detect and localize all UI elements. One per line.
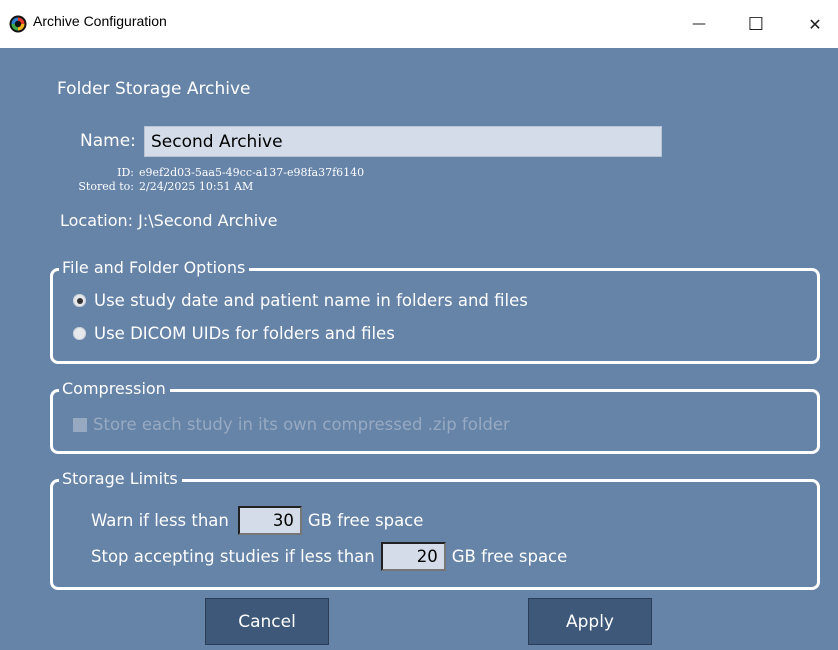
compression-group: Compression Store each study in its own …	[50, 379, 820, 454]
compression-option: Store each study in its own compressed .…	[73, 415, 510, 434]
archive-type-heading: Folder Storage Archive	[57, 79, 251, 99]
name-label: Name:	[80, 131, 136, 151]
file-folder-options-group: File and Folder Options Use study date a…	[50, 258, 820, 364]
stop-gb-input[interactable]	[380, 542, 446, 571]
id-value: e9ef2d03-5aa5-49cc-a137-e98fa37f6140	[139, 166, 365, 179]
warn-prefix-label: Warn if less than	[91, 511, 229, 530]
cancel-button[interactable]: Cancel	[205, 598, 329, 645]
location: Location: J:\Second Archive	[60, 211, 278, 230]
close-icon: ✕	[808, 14, 822, 34]
minimize-icon: —	[692, 16, 706, 32]
stop-limit-row: Stop accepting studies if less than GB f…	[91, 542, 567, 571]
archive-name-input[interactable]	[144, 126, 662, 157]
radio-button-selected[interactable]	[73, 294, 86, 307]
stop-suffix-label: GB free space	[451, 547, 568, 566]
warn-gb-input[interactable]	[237, 506, 302, 535]
compression-checkbox	[73, 417, 87, 432]
maximize-icon: ☐	[747, 13, 765, 35]
storage-limits-title: Storage Limits	[59, 469, 182, 489]
app-logo-icon	[9, 15, 27, 33]
minimize-button[interactable]: —	[676, 0, 722, 48]
apply-button[interactable]: Apply	[528, 598, 652, 645]
radio-label: Use study date and patient name in folde…	[94, 291, 528, 310]
radio-button[interactable]	[73, 327, 86, 340]
maximize-button[interactable]: ☐	[733, 0, 779, 48]
compression-label: Store each study in its own compressed .…	[93, 415, 510, 434]
storage-limits-group: Storage Limits Warn if less than GB free…	[50, 469, 820, 590]
archive-configuration-window: Archive Configuration — ☐ ✕ Folder Stora…	[0, 0, 838, 650]
warn-suffix-label: GB free space	[307, 511, 424, 530]
warn-limit-row: Warn if less than GB free space	[91, 506, 423, 535]
radio-label: Use DICOM UIDs for folders and files	[94, 324, 395, 343]
stored-to-value: 2/24/2025 10:51 AM	[139, 180, 254, 193]
file-folder-options-title: File and Folder Options	[59, 258, 250, 278]
stop-prefix-label: Stop accepting studies if less than	[91, 547, 375, 566]
location-label: Location:	[60, 211, 134, 230]
window-title: Archive Configuration	[33, 13, 167, 29]
location-value: J:\Second Archive	[138, 211, 278, 230]
close-button[interactable]: ✕	[792, 0, 838, 48]
radio-option-study-date[interactable]: Use study date and patient name in folde…	[73, 291, 528, 310]
id-label: ID:	[117, 166, 134, 179]
compression-title: Compression	[59, 379, 170, 399]
title-bar[interactable]: Archive Configuration — ☐ ✕	[0, 0, 838, 48]
stored-to-label: Stored to:	[78, 180, 134, 193]
radio-option-dicom-uids[interactable]: Use DICOM UIDs for folders and files	[73, 324, 395, 343]
